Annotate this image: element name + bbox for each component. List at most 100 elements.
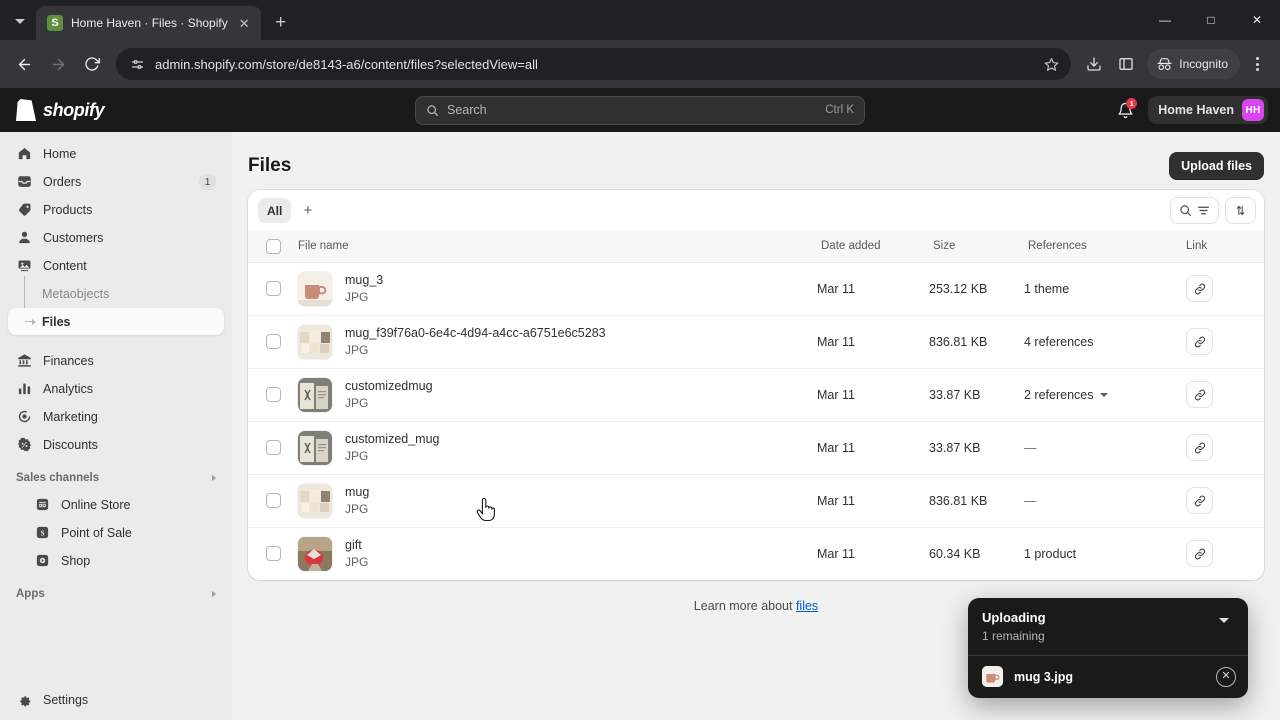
sidebar-item-settings[interactable]: Settings [8, 686, 224, 713]
row-checkbox[interactable] [266, 334, 281, 349]
file-references[interactable]: 1 theme [1024, 282, 1069, 296]
sidebar-item-metaobjects[interactable]: Metaobjects [8, 280, 224, 307]
search-placeholder: Search [447, 103, 487, 117]
file-thumbnail[interactable] [298, 324, 332, 359]
search-shortcut: Ctrl K [825, 104, 854, 116]
site-settings-icon[interactable] [130, 57, 145, 72]
sidebar-item-content[interactable]: Content [8, 252, 224, 279]
file-date: Mar 11 [817, 315, 929, 369]
files-help-link[interactable]: files [796, 599, 818, 613]
column-header-link[interactable]: Link [1184, 231, 1264, 263]
file-thumbnail[interactable] [298, 430, 332, 465]
copy-link-button[interactable] [1186, 487, 1213, 514]
sidebar-item-online-store[interactable]: Online Store [8, 491, 224, 518]
column-header-references[interactable]: References [1024, 231, 1184, 263]
sidebar-item-marketing[interactable]: Marketing [8, 403, 224, 430]
upload-files-button[interactable]: Upload files [1169, 152, 1264, 180]
copy-link-button[interactable] [1186, 328, 1213, 355]
copy-link-button[interactable] [1186, 540, 1213, 568]
table-row[interactable]: gift JPG Mar 11 60.34 KB 1 product [248, 527, 1264, 580]
incognito-indicator[interactable]: Incognito [1147, 49, 1240, 79]
table-row[interactable]: mug_3 JPG Mar 11 253.12 KB 1 theme [248, 262, 1264, 316]
shopify-logo[interactable]: shopify [16, 99, 105, 121]
file-references[interactable]: 2 references [1024, 388, 1093, 402]
downloads-icon[interactable] [1079, 49, 1109, 79]
copy-link-button[interactable] [1186, 434, 1213, 461]
chevron-down-icon[interactable] [1100, 392, 1109, 397]
apps-header[interactable]: Apps [8, 581, 224, 607]
file-date: Mar 11 [817, 421, 929, 475]
notifications-button[interactable]: 1 [1110, 96, 1140, 124]
sidebar-item-label: Online Store [61, 497, 131, 512]
sidebar-item-label: Finances [43, 353, 94, 368]
upload-toast-subtitle: 1 remaining [982, 629, 1045, 643]
table-row[interactable]: mug JPG Mar 11 836.81 KB — [248, 474, 1264, 528]
gear-icon [16, 691, 33, 708]
back-button[interactable] [8, 48, 40, 80]
select-all-checkbox[interactable] [266, 238, 281, 254]
column-header-size[interactable]: Size [929, 231, 1024, 263]
column-header-file-name[interactable]: File name [294, 231, 817, 263]
store-switcher[interactable]: Home Haven HH [1148, 96, 1268, 124]
sidebar-item-discounts[interactable]: Discounts [8, 431, 224, 458]
file-thumbnail[interactable] [298, 536, 332, 571]
file-name[interactable]: customizedmug [345, 379, 433, 393]
search-input[interactable]: Search Ctrl K [415, 95, 865, 125]
sidebar-item-customers[interactable]: Customers [8, 224, 224, 251]
row-checkbox[interactable] [266, 281, 281, 296]
search-icon [1179, 204, 1192, 217]
table-row[interactable]: customizedmug JPG Mar 11 33.87 KB 2 refe… [248, 368, 1264, 422]
file-name[interactable]: mug_3 [345, 273, 383, 287]
bookmark-star-icon[interactable] [1044, 57, 1059, 72]
maximize-button[interactable]: □ [1188, 0, 1234, 40]
tab-search-button[interactable] [6, 7, 34, 35]
sidebar-item-label: Orders [43, 174, 82, 189]
browser-menu-icon[interactable] [1242, 49, 1272, 79]
add-view-button[interactable]: + [295, 198, 320, 223]
sidebar-item-point-of-sale[interactable]: S Point of Sale [8, 519, 224, 546]
forward-button[interactable] [42, 48, 74, 80]
table-row[interactable]: customized_mug JPG Mar 11 33.87 KB — [248, 421, 1264, 475]
sidebar-item-orders[interactable]: Orders 1 [8, 168, 224, 195]
sidebar-item-products[interactable]: Products [8, 196, 224, 223]
row-checkbox[interactable] [266, 546, 281, 562]
file-size: 253.12 KB [929, 262, 1024, 316]
sidebar-item-finances[interactable]: Finances [8, 347, 224, 374]
row-checkbox[interactable] [266, 387, 281, 402]
reload-button[interactable] [76, 48, 108, 80]
row-checkbox[interactable] [266, 493, 281, 508]
sort-button[interactable] [1225, 197, 1256, 224]
sales-channels-header[interactable]: Sales channels [8, 465, 224, 491]
close-icon[interactable]: ✕ [236, 15, 253, 32]
minimize-button[interactable]: — [1142, 0, 1188, 40]
file-name[interactable]: gift [345, 538, 368, 552]
file-name[interactable]: customized_mug [345, 432, 440, 446]
file-references[interactable]: 4 references [1024, 335, 1093, 349]
column-header-date-added[interactable]: Date added [817, 231, 929, 263]
file-name[interactable]: mug [345, 485, 369, 499]
close-window-button[interactable]: ✕ [1234, 0, 1280, 40]
file-references[interactable]: 1 product [1024, 547, 1076, 561]
sidebar-item-label: Customers [43, 230, 104, 245]
copy-link-button[interactable] [1186, 381, 1213, 408]
search-and-filter-button[interactable] [1170, 197, 1219, 224]
browser-tab[interactable]: S Home Haven · Files · Shopify ✕ [36, 6, 261, 40]
cancel-upload-button[interactable]: ✕ [1216, 666, 1236, 687]
row-checkbox[interactable] [266, 440, 281, 455]
file-thumbnail[interactable] [298, 377, 332, 412]
copy-link-button[interactable] [1186, 275, 1213, 302]
table-row[interactable]: mug_f39f76a0-6e4c-4d94-a4cc-a6751e6c5283… [248, 315, 1264, 369]
sidebar-item-files[interactable]: Files [8, 308, 224, 335]
store-name: Home Haven [1158, 103, 1234, 117]
file-thumbnail[interactable] [298, 271, 332, 306]
sidebar-item-shop[interactable]: Shop [8, 547, 224, 574]
sidebar-item-home[interactable]: Home [8, 140, 224, 167]
file-name[interactable]: mug_f39f76a0-6e4c-4d94-a4cc-a6751e6c5283 [345, 326, 606, 340]
sidebar-item-analytics[interactable]: Analytics [8, 375, 224, 402]
address-bar[interactable]: admin.shopify.com/store/de8143-a6/conten… [116, 48, 1072, 80]
file-thumbnail[interactable] [298, 483, 332, 518]
new-tab-button[interactable]: + [267, 8, 295, 36]
side-panel-icon[interactable] [1111, 49, 1141, 79]
view-tab-all[interactable]: All [258, 198, 292, 223]
collapse-toast-button[interactable] [1214, 610, 1234, 630]
